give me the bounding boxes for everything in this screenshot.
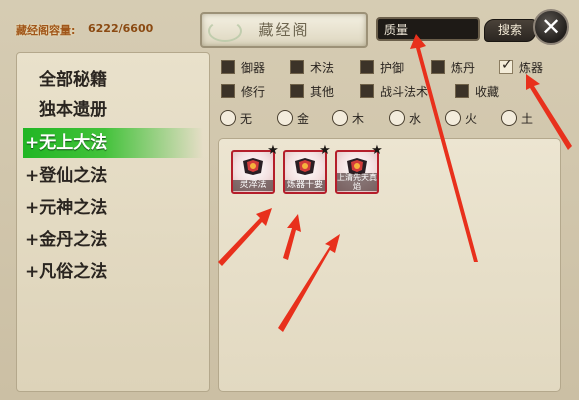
filter-label: 修行 — [241, 85, 266, 99]
scripture-pavilion-window: 藏经阁容量: 6222/6600 藏经阁 搜索 ✕ 全部秘籍 独本遗册 +无上大… — [0, 0, 579, 400]
star-icon: ★ — [267, 143, 279, 158]
radio-button[interactable] — [445, 110, 461, 126]
top-bar: 藏经阁容量: 6222/6600 藏经阁 搜索 ✕ — [0, 0, 579, 50]
search-input[interactable] — [376, 17, 480, 41]
radio-label: 无 — [240, 112, 253, 126]
checkbox[interactable] — [360, 84, 374, 98]
checkbox-checked[interactable]: ✓ — [499, 57, 513, 74]
radio-label: 土 — [521, 112, 534, 126]
scripture-book-icon — [295, 158, 315, 175]
checkbox[interactable] — [221, 60, 235, 74]
radio-label: 木 — [352, 112, 365, 126]
checkbox[interactable] — [290, 60, 304, 74]
item-card[interactable]: 炼器十要 ★ — [283, 144, 331, 194]
star-icon: ★ — [371, 143, 383, 158]
item-label: 炼器十要 — [285, 180, 325, 191]
scripture-book-icon — [243, 158, 263, 175]
category-primordial-spirit[interactable]: +元神之法 — [25, 193, 203, 223]
star-icon: ★ — [319, 143, 331, 158]
checkbox[interactable] — [290, 84, 304, 98]
capacity-value: 6222/6600 — [88, 22, 154, 35]
filter-label: 御器 — [241, 61, 266, 75]
scripture-grid: 灵淬法 ★ 炼器十要 ★ 上清先天真焰 ★ — [218, 138, 561, 392]
radio-button[interactable] — [277, 110, 293, 126]
category-unique[interactable]: 独本遗册 — [39, 95, 217, 125]
checkbox[interactable] — [455, 84, 469, 98]
radio-button[interactable] — [220, 110, 236, 126]
item-card[interactable]: 上清先天真焰 ★ — [335, 144, 383, 194]
filter-label: 战斗法术 — [380, 85, 429, 99]
close-icon: ✕ — [540, 13, 562, 41]
radio-label: 水 — [409, 112, 422, 126]
checkbox[interactable] — [431, 60, 445, 74]
category-mortal[interactable]: +凡俗之法 — [25, 257, 203, 287]
page-title: 藏经阁 — [258, 21, 310, 39]
radio-label: 金 — [297, 112, 310, 126]
category-all[interactable]: 全部秘籍 — [39, 65, 217, 95]
category-ascension[interactable]: +登仙之法 — [25, 161, 203, 191]
category-supreme[interactable]: +无上大法 — [23, 128, 203, 158]
search-button[interactable]: 搜索 — [484, 19, 536, 42]
capacity-label: 藏经阁容量: — [16, 24, 76, 37]
filter-label: 炼丹 — [451, 61, 476, 75]
item-label: 上清先天真焰 — [337, 173, 377, 191]
checkbox[interactable] — [221, 84, 235, 98]
category-panel: 全部秘籍 独本遗册 +无上大法 +登仙之法 +元神之法 +金丹之法 +凡俗之法 — [16, 52, 210, 392]
filter-label: 炼器 — [519, 61, 544, 75]
radio-button[interactable] — [389, 110, 405, 126]
item-card[interactable]: 灵淬法 ★ — [231, 144, 279, 194]
close-button[interactable]: ✕ — [533, 9, 569, 45]
title-plate: 藏经阁 — [200, 12, 368, 48]
radio-button[interactable] — [332, 110, 348, 126]
checkbox[interactable] — [360, 60, 374, 74]
filter-label: 术法 — [310, 61, 335, 75]
category-golden-core[interactable]: +金丹之法 — [25, 225, 203, 255]
checkmark-icon: ✓ — [501, 57, 513, 73]
filter-label: 护御 — [380, 61, 405, 75]
radio-label: 火 — [465, 112, 478, 126]
filter-label: 其他 — [310, 85, 335, 99]
filter-label: 收藏 — [475, 85, 500, 99]
item-label: 灵淬法 — [233, 180, 273, 191]
radio-button[interactable] — [501, 110, 517, 126]
